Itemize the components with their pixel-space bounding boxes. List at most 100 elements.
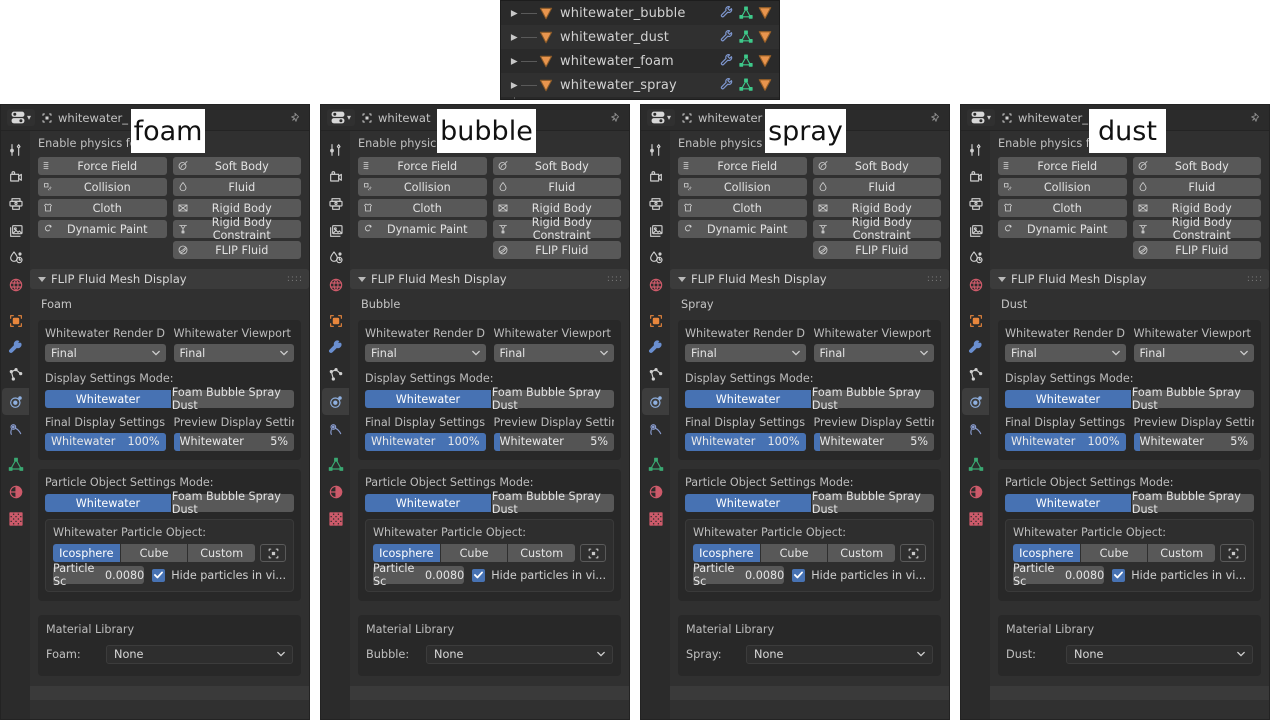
modifier-tab[interactable] [322,334,349,361]
object-tab[interactable] [322,307,349,334]
object-tab[interactable] [962,307,989,334]
material-tab[interactable] [642,478,669,505]
output-tab[interactable] [2,190,29,217]
particle-object-cube[interactable]: Cube [120,544,188,562]
mesh-data-icon[interactable] [739,6,753,20]
constraints-tab[interactable] [962,415,989,442]
particle-mode-fbsd[interactable]: Foam Bubble Spray Dust [811,490,934,516]
pin-icon[interactable] [1250,111,1263,124]
outliner-row[interactable]: whitewater_bubble [501,1,779,25]
flip-fluid-mesh-display-header[interactable]: FLIP Fluid Mesh Display:::: [670,269,949,289]
view-layer-tab[interactable] [2,217,29,244]
expand-arrow-icon[interactable] [509,32,519,42]
display-mode-fbsd[interactable]: Foam Bubble Spray Dust [171,386,294,412]
display-mode-whitewater[interactable]: Whitewater [45,390,171,408]
world-tab[interactable] [642,271,669,298]
physics-button-rigid-body[interactable]: Rigid Body [492,199,621,217]
constraints-tab[interactable] [322,415,349,442]
preview-display-slider[interactable]: Whitewater 5% [1133,433,1254,451]
particles-tab[interactable] [642,361,669,388]
render-display-dropdown[interactable]: Final [365,344,486,362]
display-mode-fbsd[interactable]: Foam Bubble Spray Dust [1131,386,1254,412]
render-tab[interactable] [2,163,29,190]
physics-button-force-field[interactable]: Force Field [38,157,167,175]
modifier-tab[interactable] [962,334,989,361]
final-display-slider[interactable]: Whitewater 100% [1005,433,1126,451]
preview-display-slider[interactable]: Whitewater 5% [173,433,294,451]
breadcrumb[interactable]: whitewater [681,111,762,125]
physics-tab[interactable] [2,388,29,415]
render-tab[interactable] [962,163,989,190]
flip-fluid-mesh-display-header[interactable]: FLIP Fluid Mesh Display:::: [30,269,309,289]
physics-tab[interactable] [322,388,349,415]
physics-button-cloth[interactable]: Cloth [998,199,1127,217]
particle-scale-field[interactable]: Particle Sc 0.0080 [373,562,465,588]
expand-arrow-icon[interactable] [509,80,519,90]
object-tab[interactable] [2,307,29,334]
physics-button-cloth[interactable]: Cloth [358,199,487,217]
object-data-tab[interactable] [322,451,349,478]
physics-tab[interactable] [642,388,669,415]
physics-button-collision[interactable]: Collision [998,178,1127,196]
render-display-dropdown[interactable]: Final [685,344,806,362]
render-tab[interactable] [642,163,669,190]
particle-scale-field[interactable]: Particle Sc 0.0080 [1013,562,1105,588]
physics-button-rigid-body[interactable]: Rigid Body [172,199,301,217]
material-tab[interactable] [2,478,29,505]
flip-fluid-mesh-display-header[interactable]: FLIP Fluid Mesh Display:::: [350,269,629,289]
scene-tab[interactable] [322,244,349,271]
scene-tab[interactable] [2,244,29,271]
output-tab[interactable] [322,190,349,217]
physics-tab[interactable] [962,388,989,415]
physics-button-collision[interactable]: Collision [678,178,807,196]
material-dropdown[interactable]: None [106,645,293,664]
display-mode-fbsd[interactable]: Foam Bubble Spray Dust [491,386,614,412]
breadcrumb[interactable]: whitewater_ [41,111,128,125]
pin-icon[interactable] [290,111,303,124]
object-data-tab[interactable] [642,451,669,478]
output-tab[interactable] [962,190,989,217]
wrench-icon[interactable] [720,78,734,92]
particle-object-cube[interactable]: Cube [760,544,828,562]
view-layer-tab[interactable] [642,217,669,244]
tool-tab[interactable] [962,136,989,163]
physics-button-flip-fluid[interactable]: FLIP Fluid [172,241,301,259]
physics-button-fluid[interactable]: Fluid [172,178,301,196]
breadcrumb[interactable]: whitewater_ [1001,111,1088,125]
wrench-icon[interactable] [720,30,734,44]
pin-icon[interactable] [610,111,623,124]
physics-button-dynamic-paint[interactable]: Dynamic Paint [998,220,1127,238]
physics-button-rigid-body-constraint[interactable]: Rigid Body Constraint [492,216,621,242]
physics-button-rigid-body-constraint[interactable]: Rigid Body Constraint [1132,216,1261,242]
texture-tab[interactable] [962,505,989,532]
tool-tab[interactable] [322,136,349,163]
physics-button-cloth[interactable]: Cloth [38,199,167,217]
physics-button-force-field[interactable]: Force Field [678,157,807,175]
hide-particles-checkbox[interactable]: Hide particles in vi... [1112,568,1246,582]
particle-scale-field[interactable]: Particle Sc 0.0080 [53,562,145,588]
particle-object-cube[interactable]: Cube [440,544,508,562]
view-layer-tab[interactable] [962,217,989,244]
scene-tab[interactable] [642,244,669,271]
viewport-display-dropdown[interactable]: Final [1133,344,1254,362]
material-dropdown[interactable]: None [426,645,613,664]
physics-button-rigid-body-constraint[interactable]: Rigid Body Constraint [172,216,301,242]
particle-object-custom[interactable]: Custom [508,544,576,562]
final-display-slider[interactable]: Whitewater 100% [365,433,486,451]
physics-button-fluid[interactable]: Fluid [492,178,621,196]
viewport-display-dropdown[interactable]: Final [493,344,614,362]
display-mode-whitewater[interactable]: Whitewater [1005,390,1131,408]
editor-type-button[interactable]: ▾ [647,109,676,126]
wrench-icon[interactable] [720,6,734,20]
physics-button-rigid-body[interactable]: Rigid Body [1132,199,1261,217]
scene-tab[interactable] [962,244,989,271]
material-dropdown[interactable]: None [746,645,933,664]
particle-object-custom[interactable]: Custom [188,544,256,562]
particle-object-custom[interactable]: Custom [828,544,896,562]
particle-mode-fbsd[interactable]: Foam Bubble Spray Dust [1131,490,1254,516]
preview-display-slider[interactable]: Whitewater 5% [813,433,934,451]
editor-type-button[interactable]: ▾ [7,109,36,126]
particle-mode-whitewater[interactable]: Whitewater [45,494,171,512]
physics-button-dynamic-paint[interactable]: Dynamic Paint [358,220,487,238]
particles-tab[interactable] [2,361,29,388]
